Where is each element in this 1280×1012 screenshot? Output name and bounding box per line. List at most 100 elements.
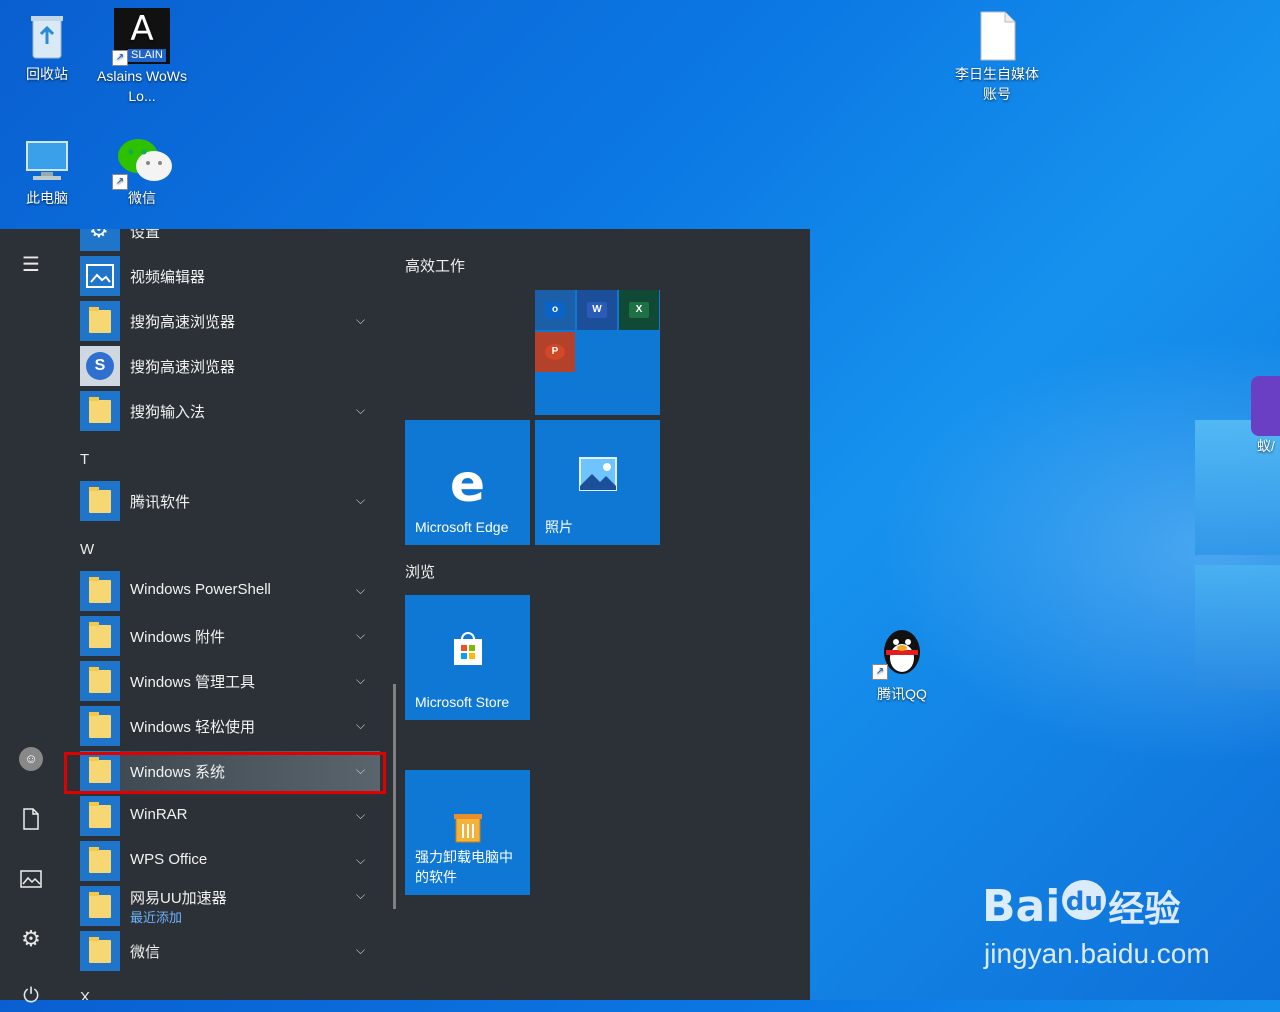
tile-label: Microsoft Edge [415, 519, 509, 535]
chevron-down-icon[interactable]: ⌵ [356, 493, 368, 507]
app-item-video-editor[interactable]: 视频编辑器 [80, 256, 380, 296]
outlook-icon: o [545, 302, 565, 318]
desktop-icon-this-pc[interactable]: 此电脑 [2, 128, 92, 208]
app-item-powershell[interactable]: Windows PowerShell ⌵ [80, 571, 380, 611]
word-icon: W [587, 302, 607, 318]
desktop-icon-wechat[interactable]: ↗ 微信 [97, 128, 187, 208]
chevron-down-icon[interactable]: ⌵ [356, 403, 368, 417]
app-item-sogou-browser-folder[interactable]: 搜狗高速浏览器 ⌵ [80, 301, 380, 341]
photos-icon [535, 454, 660, 499]
desktop-icon-label: 此电脑 [26, 190, 68, 206]
desktop-icon-recycle-bin[interactable]: 回收站 [2, 4, 92, 84]
tile-photos[interactable]: 照片 [535, 420, 660, 545]
app-label: 搜狗输入法 [130, 404, 206, 421]
start-rail: ☰ ☺ ⚙ ⏻ [0, 229, 62, 1007]
recycle-bin-icon [19, 8, 75, 64]
app-item-winrar[interactable]: WinRAR ⌵ [80, 796, 380, 836]
tile-microsoft-edge[interactable]: e Microsoft Edge [405, 420, 530, 545]
app-label: Windows PowerShell [130, 581, 271, 598]
video-editor-icon [80, 256, 120, 296]
desktop-icon-label: 腾讯QQ [877, 686, 927, 702]
ant-app-icon [1251, 376, 1280, 436]
power-icon: ⏻ [23, 984, 39, 1007]
tile-group-title-productivity[interactable]: 高效工作 [405, 255, 465, 276]
user-account-button[interactable]: ☺ [15, 743, 47, 775]
baidu-url-text: jingyan.baidu.com [984, 938, 1210, 969]
start-menu: ☰ ☺ ⚙ ⏻ ⚙ 设置 视频编辑器 搜狗高速浏览器 ⌵ S 搜狗高速浏览器 搜… [0, 229, 810, 1007]
picture-icon [20, 870, 42, 888]
document-icon [23, 808, 39, 830]
desktop-icon-label: 回收站 [26, 66, 68, 82]
powerpoint-icon: P [545, 344, 565, 360]
gear-icon: ⚙ [89, 229, 109, 242]
hamburger-menu-button[interactable]: ☰ [15, 248, 47, 280]
chevron-down-icon[interactable]: ⌵ [356, 718, 368, 732]
store-bag-icon [405, 629, 530, 674]
desktop-icon-label: 蚁/ [1257, 438, 1275, 454]
power-button[interactable]: ⏻ [15, 980, 47, 1012]
letter-header-w[interactable]: W [80, 541, 94, 558]
pictures-button[interactable] [15, 863, 47, 895]
tile-label: 强力卸载电脑中的软件 [415, 849, 513, 885]
settings-button[interactable]: ⚙ [15, 923, 47, 955]
desktop-icon-aslains[interactable]: A SLAIN ↗ Aslains WoWs Lo... [97, 4, 187, 106]
app-item-netease-uu[interactable]: 网易UU加速器 最近添加 ⌵ [80, 886, 380, 926]
desktop-icon-qq[interactable]: ↗ 腾讯QQ [857, 618, 947, 704]
baidu-paw-icon: du [1062, 880, 1107, 920]
desktop-icon-partial[interactable]: 蚁/ [1245, 372, 1280, 456]
letter-header-t[interactable]: T [80, 451, 89, 468]
hamburger-icon: ☰ [22, 253, 40, 276]
letter-header-x[interactable]: X [80, 989, 90, 1000]
wallpaper-pane-bottom [1195, 565, 1280, 690]
excel-tile[interactable]: X [619, 290, 659, 330]
computer-icon [19, 132, 75, 188]
tile-office-group[interactable]: o W X P [535, 290, 660, 415]
app-label: 视频编辑器 [130, 269, 206, 286]
chevron-down-icon[interactable]: ⌵ [356, 943, 368, 957]
app-label: 网易UU加速器 [130, 890, 227, 907]
baidu-jingyan-text: 经验 [1108, 889, 1181, 930]
word-tile[interactable]: W [577, 290, 617, 330]
settings-app-icon: ⚙ [80, 229, 120, 251]
app-label: 设置 [130, 229, 161, 241]
app-item-sogou-browser[interactable]: S 搜狗高速浏览器 [80, 346, 380, 386]
powerpoint-tile[interactable]: P [535, 332, 575, 372]
tile-uninstaller[interactable]: 强力卸载电脑中的软件 [405, 770, 530, 895]
gear-icon: ⚙ [21, 926, 41, 951]
app-label: WinRAR [130, 806, 188, 823]
chevron-down-icon[interactable]: ⌵ [356, 853, 368, 867]
outlook-tile[interactable]: o [535, 290, 575, 330]
shortcut-arrow-icon: ↗ [112, 174, 128, 190]
aslains-icon: A SLAIN ↗ [112, 8, 170, 66]
app-list: ⚙ 设置 视频编辑器 搜狗高速浏览器 ⌵ S 搜狗高速浏览器 搜狗输入法 ⌵ T… [62, 229, 397, 1000]
chevron-down-icon[interactable]: ⌵ [356, 673, 368, 687]
folder-icon [80, 706, 120, 746]
baidu-logo-row: Bai du 经验 [982, 880, 1180, 932]
app-item-sogou-input[interactable]: 搜狗输入法 ⌵ [80, 391, 380, 431]
chevron-down-icon[interactable]: ⌵ [356, 808, 368, 822]
app-item-wps-office[interactable]: WPS Office ⌵ [80, 841, 380, 881]
tile-microsoft-store[interactable]: Microsoft Store [405, 595, 530, 720]
app-item-wechat[interactable]: 微信 ⌵ [80, 931, 380, 971]
qq-penguin-icon: ↗ [872, 622, 930, 680]
chevron-down-icon[interactable]: ⌵ [356, 628, 368, 642]
desktop-icon-document[interactable]: 李日生自媒体账号 [952, 4, 1042, 104]
app-item-settings[interactable]: ⚙ 设置 [80, 229, 380, 251]
folder-icon [80, 391, 120, 431]
chevron-down-icon[interactable]: ⌵ [356, 313, 368, 327]
chevron-down-icon[interactable]: ⌵ [356, 888, 368, 902]
app-item-windows-ease-of-access[interactable]: Windows 轻松使用 ⌵ [80, 706, 380, 746]
shortcut-arrow-icon: ↗ [872, 664, 888, 680]
app-item-windows-accessories[interactable]: Windows 附件 ⌵ [80, 616, 380, 656]
chevron-down-icon[interactable]: ⌵ [356, 583, 368, 597]
app-item-tencent-software[interactable]: 腾讯软件 ⌵ [80, 481, 380, 521]
aslains-letter: A [130, 9, 154, 49]
app-label: 搜狗高速浏览器 [130, 314, 236, 331]
app-item-windows-admin-tools[interactable]: Windows 管理工具 ⌵ [80, 661, 380, 701]
app-list-scrollbar[interactable] [393, 684, 396, 909]
shortcut-arrow-icon: ↗ [112, 50, 128, 66]
recently-added-label: 最近添加 [130, 910, 183, 925]
tile-group-title-browse[interactable]: 浏览 [405, 561, 435, 582]
documents-button[interactable] [15, 803, 47, 835]
sogou-browser-icon: S [80, 346, 120, 386]
